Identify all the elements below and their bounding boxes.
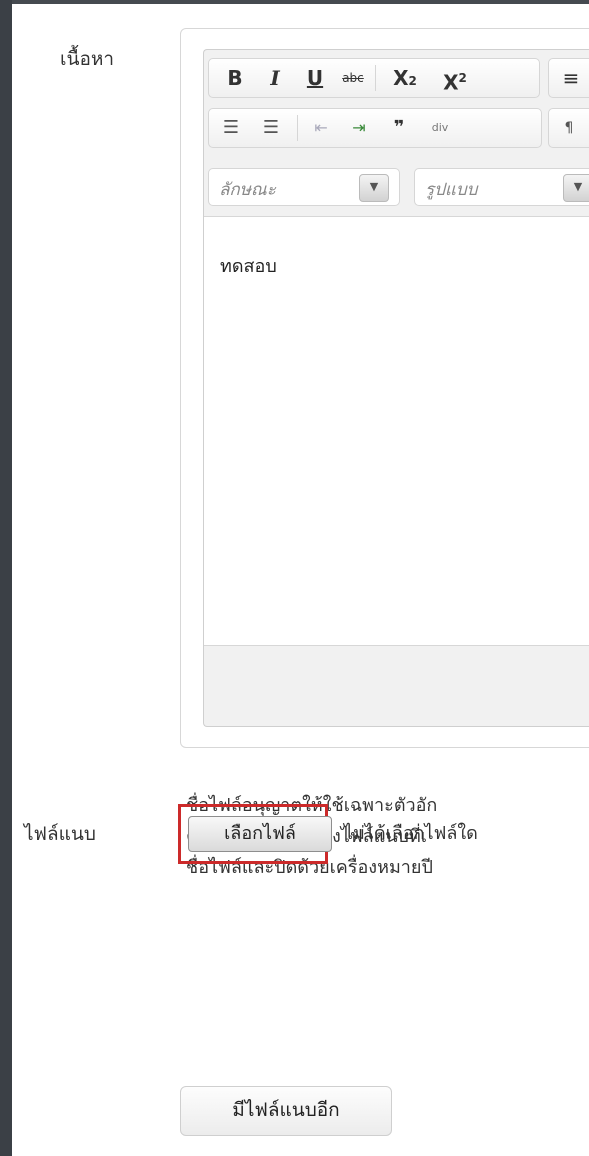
- format-combo[interactable]: รูปแบบ ▼: [414, 168, 589, 206]
- underline-icon[interactable]: U: [301, 65, 329, 91]
- paragraph-ltr-icon[interactable]: ¶: [555, 115, 583, 141]
- toolbar-group-basic-styles: B I U abc X2 X2: [208, 58, 540, 98]
- file-status-text: ไม่ได้เลือกไฟล์ใด: [344, 823, 478, 844]
- form-page: เนื้อหา B I U abc X2 X2 ≡ ☰ ☰ ⇤ ⇥ ❞ div …: [12, 4, 589, 1156]
- window-left-strip: [0, 0, 12, 1156]
- attachment-label: ไฟล์แนบ: [24, 823, 96, 845]
- format-combo-label: รูปแบบ: [425, 180, 478, 200]
- toolbar-separator: [297, 115, 298, 141]
- strikethrough-icon[interactable]: abc: [337, 65, 369, 91]
- editor-content-area[interactable]: ทดสอบ: [204, 216, 589, 646]
- add-attachment-button[interactable]: มีไฟล์แนบอีก: [180, 1086, 392, 1136]
- style-combo[interactable]: ลักษณะ ▼: [208, 168, 400, 206]
- chevron-down-icon[interactable]: ▼: [563, 174, 589, 202]
- outdent-icon[interactable]: ⇤: [307, 115, 335, 141]
- editor-text: ทดสอบ: [220, 256, 277, 277]
- style-combo-label: ลักษณะ: [219, 180, 276, 200]
- italic-icon[interactable]: I: [261, 65, 289, 91]
- superscript-icon[interactable]: X2: [435, 65, 475, 95]
- blockquote-icon[interactable]: ❞: [385, 115, 413, 141]
- choose-file-button[interactable]: เลือกไฟล์: [188, 816, 332, 852]
- toolbar-group-align: ≡: [548, 58, 589, 98]
- div-container-icon[interactable]: div: [423, 115, 457, 141]
- editor-frame: B I U abc X2 X2 ≡ ☰ ☰ ⇤ ⇥ ❞ div ¶ ลักษณะ…: [203, 49, 589, 727]
- content-label: เนื้อหา: [60, 48, 115, 70]
- bold-icon[interactable]: B: [221, 65, 249, 91]
- toolbar-group-lists: ☰ ☰ ⇤ ⇥ ❞ div: [208, 108, 542, 148]
- chevron-down-icon[interactable]: ▼: [359, 174, 389, 202]
- rich-text-editor: B I U abc X2 X2 ≡ ☰ ☰ ⇤ ⇥ ❞ div ¶ ลักษณะ…: [180, 28, 589, 748]
- numbered-list-icon[interactable]: ☰: [217, 115, 245, 141]
- subscript-icon[interactable]: X2: [385, 65, 425, 91]
- align-left-icon[interactable]: ≡: [557, 65, 585, 91]
- toolbar-separator: [375, 65, 376, 91]
- toolbar-group-direction: ¶: [548, 108, 589, 148]
- bullet-list-icon[interactable]: ☰: [257, 115, 285, 141]
- indent-icon[interactable]: ⇥: [345, 115, 373, 141]
